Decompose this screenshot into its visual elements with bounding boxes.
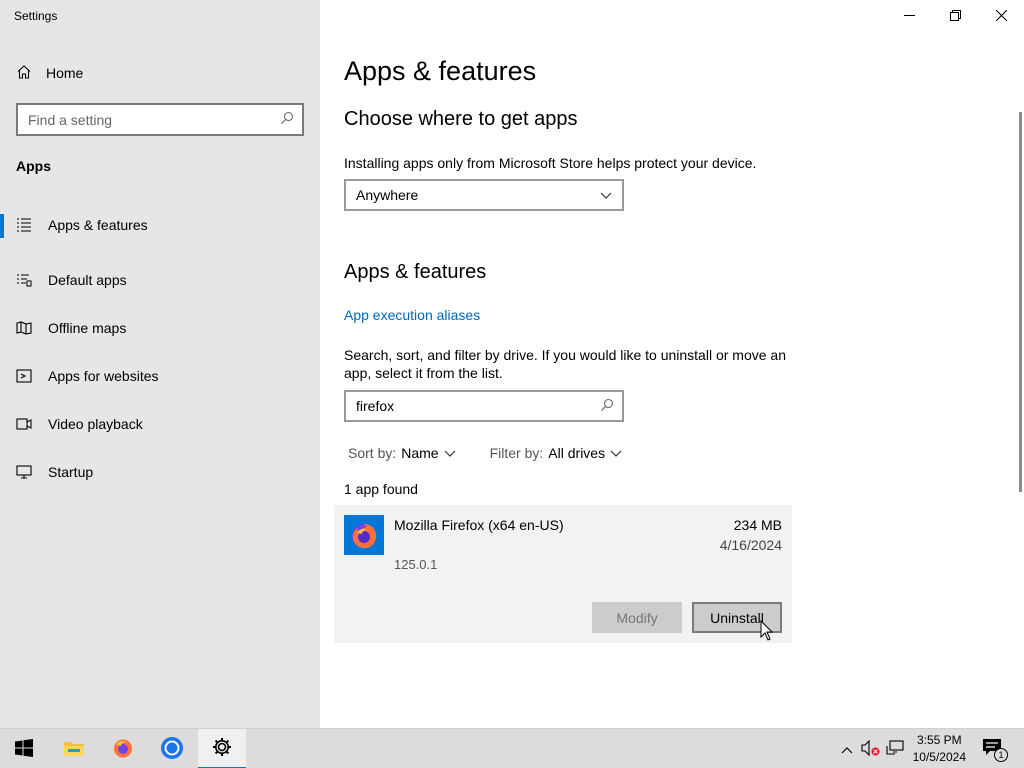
map-icon <box>16 320 32 336</box>
show-hidden-icons-button[interactable] <box>838 729 856 768</box>
app-version: 125.0.1 <box>394 557 438 572</box>
search-icon[interactable] <box>600 398 614 415</box>
startup-icon <box>16 464 32 480</box>
sidebar-item-apps-features[interactable]: Apps & features <box>0 208 320 242</box>
taskbar-file-explorer[interactable] <box>50 729 98 768</box>
restore-icon <box>949 8 961 24</box>
app-search-input[interactable] <box>356 398 600 414</box>
sidebar-item-video-playback[interactable]: Video playback <box>0 400 320 448</box>
app-source-dropdown[interactable]: Anywhere <box>344 179 624 211</box>
firefox-app-icon <box>344 515 384 555</box>
modify-button[interactable]: Modify <box>592 602 682 633</box>
network-button[interactable] <box>884 729 906 768</box>
close-button[interactable] <box>978 0 1024 32</box>
mouse-cursor-icon <box>760 619 774 645</box>
sidebar-item-startup[interactable]: Startup <box>0 448 320 496</box>
sort-label: Sort by: <box>348 445 397 461</box>
page-title: Apps & features <box>344 56 537 86</box>
section-label-apps: Apps <box>16 158 51 174</box>
sidebar: Settings Home Apps Apps & features Defau… <box>0 0 320 728</box>
home-icon <box>16 64 32 83</box>
sidebar-item-label: Apps for websites <box>48 368 159 384</box>
app-search-field[interactable] <box>344 390 624 422</box>
taskbar: 3:55 PM 10/5/2024 1 <box>0 728 1024 768</box>
sidebar-item-label: Apps & features <box>48 217 148 233</box>
video-icon <box>16 416 32 432</box>
notification-icon: 1 <box>982 738 1008 762</box>
app-execution-aliases-link[interactable]: App execution aliases <box>344 307 480 323</box>
filter-label: Filter by: <box>489 445 544 461</box>
filter-dropdown[interactable]: Filter by: All drives <box>490 445 622 461</box>
network-icon <box>886 739 904 759</box>
start-button[interactable] <box>0 729 48 768</box>
sort-dropdown[interactable]: Sort by: Name <box>348 445 456 461</box>
scrollbar[interactable] <box>1019 112 1022 492</box>
window-title: Settings <box>14 9 58 23</box>
clock-time: 3:55 PM <box>916 733 962 747</box>
choose-heading: Choose where to get apps <box>344 108 578 130</box>
app-source-value: Anywhere <box>356 187 419 203</box>
chevron-down-icon <box>600 187 612 203</box>
sidebar-item-home[interactable]: Home <box>16 62 83 84</box>
taskbar-chrome[interactable] <box>148 729 196 768</box>
file-explorer-icon <box>63 738 85 761</box>
action-center-button[interactable]: 1 <box>978 729 1008 768</box>
taskbar-firefox[interactable] <box>99 729 147 768</box>
settings-icon <box>212 737 232 760</box>
sort-value: Name <box>401 445 439 461</box>
clock-date: 10/5/2024 <box>912 750 966 764</box>
firefox-icon <box>112 737 134 762</box>
chevron-up-icon <box>841 741 853 757</box>
sidebar-item-label: Default apps <box>48 272 127 288</box>
taskbar-settings[interactable] <box>198 729 246 768</box>
sidebar-item-label: Offline maps <box>48 320 127 336</box>
minimize-button[interactable] <box>886 0 932 32</box>
sidebar-item-label: Startup <box>48 464 94 480</box>
choose-description: Installing apps only from Microsoft Stor… <box>344 155 757 171</box>
taskbar-clock[interactable]: 3:55 PM 10/5/2024 <box>913 732 966 766</box>
settings-search-input[interactable] <box>28 111 280 128</box>
restore-button[interactable] <box>932 0 978 32</box>
list-icon <box>16 217 32 233</box>
sort-filter-row: Sort by: Name Filter by: All drives <box>348 445 622 461</box>
home-label: Home <box>46 65 84 81</box>
default-apps-icon <box>16 272 32 288</box>
website-icon <box>16 368 32 384</box>
app-size: 234 MB <box>733 517 782 533</box>
sidebar-item-default-apps[interactable]: Default apps <box>0 256 320 304</box>
app-list-item-selected[interactable]: Mozilla Firefox (x64 en-US) 234 MB 4/16/… <box>334 505 792 643</box>
chevron-down-icon <box>444 445 456 461</box>
notification-badge: 1 <box>994 748 1008 762</box>
close-icon <box>995 8 1007 24</box>
minimize-icon <box>903 8 915 24</box>
app-name: Mozilla Firefox (x64 en-US) <box>394 517 564 533</box>
search-description: Search, sort, and filter by drive. If yo… <box>344 347 786 381</box>
chevron-down-icon <box>610 445 622 461</box>
sidebar-item-label: Video playback <box>48 416 143 432</box>
volume-button[interactable] <box>860 729 882 768</box>
start-icon <box>15 738 33 760</box>
sidebar-item-apps-websites[interactable]: Apps for websites <box>0 352 320 400</box>
apps-features-heading: Apps & features <box>344 261 487 283</box>
search-icon[interactable] <box>280 111 294 128</box>
settings-search[interactable] <box>16 103 304 136</box>
app-install-date: 4/16/2024 <box>719 537 782 553</box>
filter-value: All drives <box>548 445 606 461</box>
sidebar-nav: Apps & features Default apps Offline map… <box>0 208 320 496</box>
result-count: 1 app found <box>344 481 418 497</box>
chrome-icon <box>160 736 184 763</box>
volume-muted-icon <box>861 739 881 759</box>
sidebar-item-offline-maps[interactable]: Offline maps <box>0 304 320 352</box>
